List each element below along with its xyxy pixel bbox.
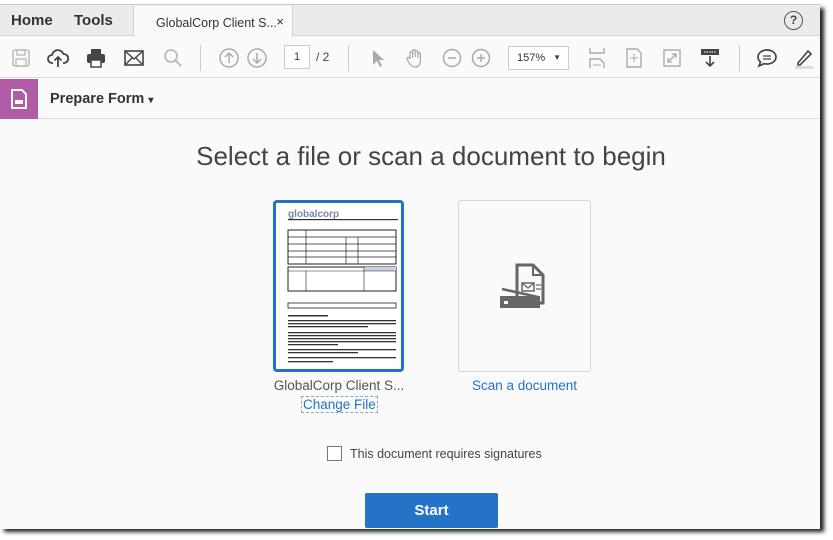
print-icon[interactable] <box>84 46 108 70</box>
tab-home[interactable]: Home <box>11 12 53 29</box>
next-page-icon[interactable] <box>245 46 269 70</box>
comment-icon[interactable] <box>755 46 779 70</box>
signatures-checkbox-label[interactable]: This document requires signatures <box>350 447 542 461</box>
hand-tool-icon[interactable] <box>403 46 427 70</box>
divider <box>200 45 201 71</box>
divider <box>739 45 740 71</box>
zoom-level-select[interactable]: 157% ▼ <box>508 46 569 70</box>
prepare-form-bar: Prepare Form ▾ <box>0 79 820 119</box>
scanner-icon <box>500 263 545 308</box>
fit-page-icon[interactable] <box>622 46 646 70</box>
main-content: Select a file or scan a document to begi… <box>0 120 820 529</box>
scan-document-link[interactable]: Scan a document <box>458 378 591 393</box>
selected-file-thumbnail[interactable]: globalcorp <box>273 200 404 372</box>
zoom-out-icon[interactable] <box>440 46 464 70</box>
highlight-pen-icon[interactable] <box>792 46 816 70</box>
page-heading: Select a file or scan a document to begi… <box>196 141 666 171</box>
scan-document-tile[interactable] <box>458 200 591 372</box>
page-number-input[interactable]: 1 <box>284 45 310 69</box>
dropdown-caret-icon: ▾ <box>148 95 154 106</box>
scroll-mode-icon[interactable] <box>698 46 722 70</box>
previous-page-icon[interactable] <box>217 46 241 70</box>
select-cursor-icon[interactable] <box>366 46 390 70</box>
zoom-in-icon[interactable] <box>469 46 493 70</box>
full-screen-icon[interactable] <box>660 46 684 70</box>
prepare-form-title: Prepare Form <box>50 91 145 107</box>
change-file-link[interactable]: Change File <box>301 396 378 413</box>
save-icon[interactable] <box>9 46 33 70</box>
help-icon[interactable]: ? <box>784 11 803 30</box>
tab-bar: Home Tools GlobalCorp Client S... × ? <box>0 5 820 37</box>
search-icon[interactable] <box>161 46 185 70</box>
email-icon[interactable] <box>122 46 146 70</box>
svg-text:globalcorp: globalcorp <box>288 209 339 220</box>
dropdown-arrow-icon: ▼ <box>553 53 561 62</box>
fit-width-icon[interactable] <box>585 46 609 70</box>
divider <box>348 45 349 71</box>
page-total: / 2 <box>316 50 330 64</box>
zoom-level-value: 157% <box>517 52 546 64</box>
document-tab-label: GlobalCorp Client S... <box>156 16 277 30</box>
signatures-checkbox[interactable] <box>327 446 342 461</box>
prepare-form-menu[interactable]: Prepare Form ▾ <box>50 91 153 107</box>
tab-tools[interactable]: Tools <box>74 12 113 29</box>
cloud-upload-icon[interactable] <box>46 46 70 70</box>
app-window: Home Tools GlobalCorp Client S... × ? 1 … <box>0 4 820 529</box>
close-tab-icon[interactable]: × <box>276 14 284 29</box>
selected-file-name: GlobalCorp Client S... <box>273 378 405 393</box>
prepare-form-icon <box>0 79 38 119</box>
toolbar: 1 / 2 157% ▼ <box>0 37 820 78</box>
tab-document[interactable]: GlobalCorp Client S... × <box>133 6 293 37</box>
document-preview-image: globalcorp <box>287 209 398 363</box>
start-button[interactable]: Start <box>365 493 498 528</box>
